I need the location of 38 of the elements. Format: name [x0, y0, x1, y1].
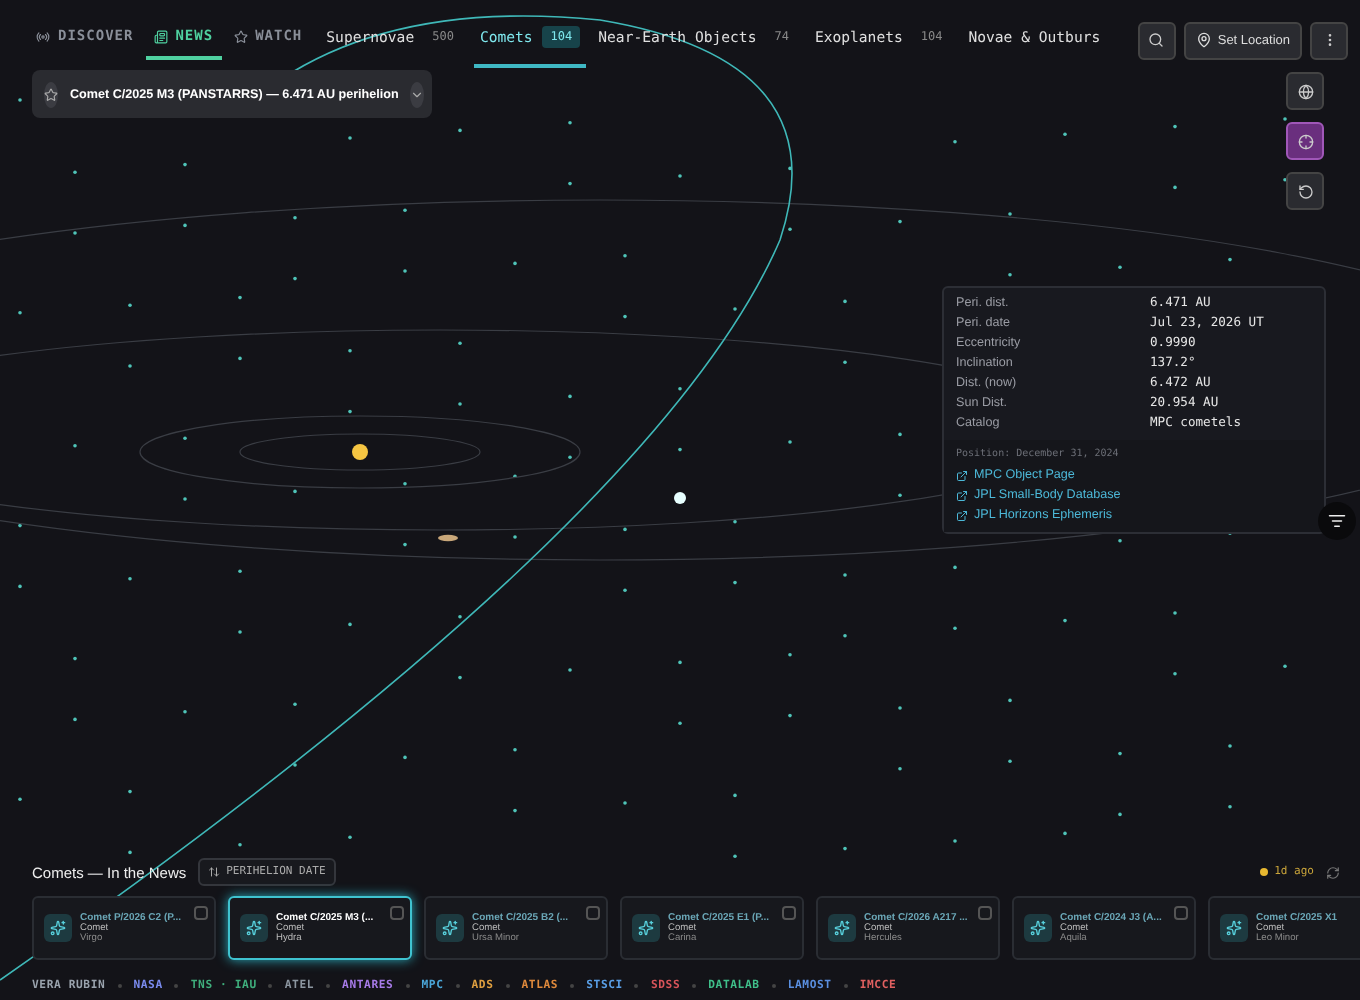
- sparkles-icon: [50, 920, 66, 936]
- sparkles-icon: [638, 920, 654, 936]
- map-pin-icon: [1195, 32, 1212, 48]
- bookmark-icon[interactable]: [1174, 906, 1188, 920]
- bookmark-icon[interactable]: [586, 906, 600, 920]
- bookmark-icon[interactable]: [194, 906, 208, 920]
- sun-icon: [352, 444, 368, 460]
- target-tool-button[interactable]: [1286, 122, 1324, 160]
- radio-icon: [36, 29, 50, 43]
- news-icon: [153, 29, 168, 43]
- legend-button[interactable]: [1318, 502, 1356, 540]
- external-link-icon: [956, 489, 968, 501]
- reset-tool-button[interactable]: [1286, 172, 1324, 210]
- bookmark-icon[interactable]: [782, 906, 796, 920]
- bookmark-icon[interactable]: [390, 906, 404, 920]
- planet-icon: [438, 534, 458, 542]
- sort-icon: [208, 866, 221, 878]
- search-button[interactable]: [1137, 21, 1176, 59]
- expand-button[interactable]: [410, 81, 425, 107]
- comet-marker-icon: [674, 492, 686, 504]
- sparkles-icon: [834, 920, 850, 936]
- target-icon: [1297, 133, 1313, 149]
- bookmark-icon[interactable]: [978, 906, 992, 920]
- sparkles-icon: [442, 920, 458, 936]
- favorite-button[interactable]: [44, 81, 58, 107]
- refresh-icon[interactable]: [1326, 865, 1340, 879]
- chevron-down-icon: [410, 87, 425, 101]
- reset-icon: [1297, 183, 1313, 199]
- globe-icon: [1297, 83, 1313, 99]
- sparkles-icon: [246, 920, 262, 936]
- external-link-icon: [956, 469, 968, 481]
- globe-tool-button[interactable]: [1286, 72, 1324, 110]
- list-icon: [1328, 512, 1346, 530]
- external-link-icon: [956, 509, 968, 521]
- search-icon: [1148, 32, 1165, 48]
- sparkles-icon: [1030, 920, 1046, 936]
- sparkles-icon: [1226, 920, 1242, 936]
- star-icon: [233, 29, 248, 43]
